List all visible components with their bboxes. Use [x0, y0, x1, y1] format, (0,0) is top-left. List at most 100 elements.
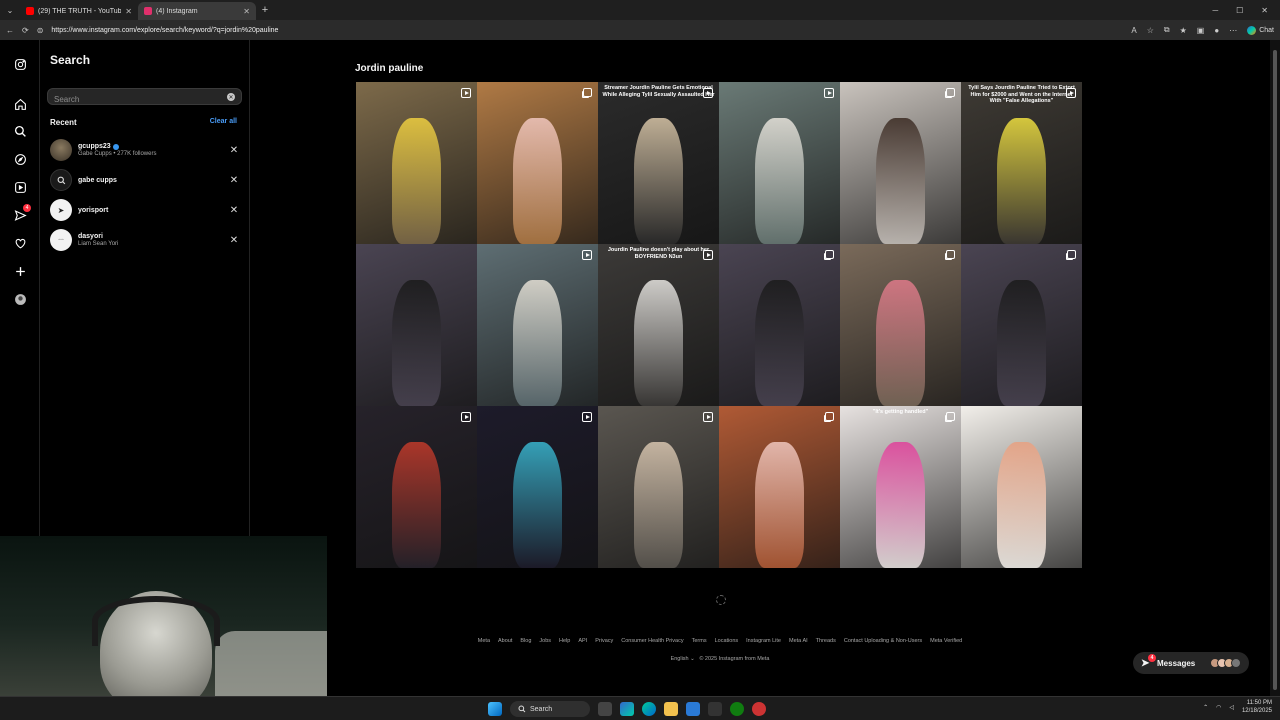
result-tile[interactable]: Jourdin Pauline doesn't play about her B… [598, 244, 719, 406]
result-tile[interactable] [719, 406, 840, 568]
messages-icon[interactable]: 4 [12, 204, 31, 223]
tray-overflow-icon[interactable]: ⌃ [1203, 704, 1208, 711]
remove-recent-icon[interactable]: ✕ [228, 145, 240, 156]
result-tile[interactable]: Streamer Jourdin Pauline Gets Emotional … [598, 82, 719, 244]
copilot-app-icon[interactable] [620, 702, 634, 716]
site-info-icon[interactable]: ⊜ [37, 26, 44, 35]
close-tab-icon[interactable]: ✕ [125, 7, 132, 16]
result-tile[interactable] [356, 244, 477, 406]
notifications-heart-icon[interactable] [12, 235, 28, 251]
browser-tab-instagram[interactable]: (4) Instagram ✕ [138, 2, 256, 20]
result-tile[interactable] [719, 82, 840, 244]
favorite-star-icon[interactable]: ☆ [1147, 26, 1154, 35]
reels-icon[interactable] [12, 179, 28, 195]
home-icon[interactable] [12, 96, 28, 112]
windows-start-icon[interactable] [488, 702, 502, 716]
recent-item-gcupps23[interactable]: gcupps23 Gabe Cupps • 277K followers ✕ [50, 138, 240, 162]
footer-link[interactable]: Meta AI [789, 638, 808, 644]
media-icon[interactable] [708, 702, 722, 716]
volume-icon[interactable]: ◁ [1229, 704, 1234, 711]
read-aloud-icon[interactable]: A [1131, 26, 1136, 35]
collections-icon[interactable]: ▣ [1197, 26, 1205, 35]
close-window-icon[interactable]: ✕ [1261, 6, 1268, 15]
result-tile[interactable] [356, 82, 477, 244]
taskbar-clock[interactable]: 11:50 PM 12/18/2025 [1242, 700, 1272, 716]
close-tab-icon[interactable]: ✕ [243, 7, 250, 16]
copilot-chat-button[interactable]: Chat [1247, 25, 1274, 35]
tile-thumbnail [755, 441, 804, 568]
footer-link[interactable]: Locations [715, 638, 739, 644]
tab-title: (29) THE TRUTH - YouTube [38, 7, 122, 15]
footer-link[interactable]: Blog [520, 638, 531, 644]
refresh-icon[interactable]: ⟳ [22, 26, 29, 35]
browser-tab-youtube[interactable]: (29) THE TRUTH - YouTube ✕ [20, 2, 138, 20]
store-icon[interactable] [686, 702, 700, 716]
footer-link[interactable]: Meta [478, 638, 490, 644]
result-tile[interactable] [719, 244, 840, 406]
tile-caption: "It's getting handled" [872, 409, 929, 415]
result-tile[interactable] [961, 406, 1082, 568]
back-arrow-icon[interactable]: ← [6, 26, 14, 35]
recent-item-dasyori[interactable]: ◦◦◦ dasyori Liam Sean Yori ✕ [50, 228, 240, 252]
footer-link[interactable]: About [498, 638, 512, 644]
instagram-logo-icon[interactable] [12, 56, 28, 72]
profile-icon[interactable] [12, 291, 28, 307]
browser-tab-bar: ⌄ (29) THE TRUTH - YouTube ✕ (4) Instagr… [0, 0, 1280, 20]
url-field[interactable]: https://www.instagram.com/explore/search… [51, 27, 1123, 34]
search-icon[interactable] [12, 123, 28, 139]
footer-link[interactable]: Jobs [539, 638, 551, 644]
recent-item-name: gcupps23 [78, 143, 111, 150]
copyright-text: © 2025 Instagram from Meta [699, 656, 770, 662]
result-tile[interactable] [477, 244, 598, 406]
result-tile[interactable]: Tylil Says Jourdin Pauline Tried to Exto… [961, 82, 1082, 244]
language-selector[interactable]: English [671, 656, 689, 662]
remove-recent-icon[interactable]: ✕ [228, 205, 240, 216]
minimize-icon[interactable]: ─ [1212, 6, 1218, 15]
footer-link[interactable]: Terms [692, 638, 707, 644]
new-tab-plus-icon[interactable]: + [256, 4, 274, 16]
result-tile[interactable] [598, 406, 719, 568]
task-view-icon[interactable] [598, 702, 612, 716]
edge-icon[interactable] [642, 702, 656, 716]
extensions-icon[interactable]: ⧉ [1164, 25, 1170, 35]
recent-item-gabe-cupps[interactable]: gabe cupps ✕ [50, 168, 240, 192]
result-tile[interactable] [961, 244, 1082, 406]
page-scrollbar[interactable] [1270, 40, 1280, 696]
profile-avatar-icon[interactable]: ● [1214, 26, 1219, 35]
favorites-icon[interactable]: ★ [1180, 26, 1187, 35]
result-tile[interactable] [840, 244, 961, 406]
result-tile[interactable] [477, 82, 598, 244]
result-tile[interactable]: "It's getting handled" [840, 406, 961, 568]
search-input[interactable] [48, 92, 218, 107]
scrollbar-thumb[interactable] [1273, 50, 1277, 690]
footer-link[interactable]: Consumer Health Privacy [621, 638, 683, 644]
create-plus-icon[interactable] [12, 263, 28, 279]
footer-link[interactable]: Help [559, 638, 570, 644]
footer-link[interactable]: Meta Verified [930, 638, 962, 644]
reel-icon [461, 412, 471, 422]
tab-title: (4) Instagram [156, 7, 198, 15]
footer-link[interactable]: Contact Uploading & Non-Users [844, 638, 922, 644]
file-explorer-icon[interactable] [664, 702, 678, 716]
remove-recent-icon[interactable]: ✕ [228, 235, 240, 246]
clear-all-link[interactable]: Clear all [210, 118, 237, 125]
taskbar-search[interactable]: Search [510, 701, 590, 717]
remove-recent-icon[interactable]: ✕ [228, 175, 240, 186]
result-tile[interactable] [840, 82, 961, 244]
xbox-icon[interactable] [730, 702, 744, 716]
explore-icon[interactable] [12, 151, 28, 167]
network-icon[interactable]: ◠ [1216, 704, 1221, 711]
clear-search-icon[interactable]: ✕ [227, 93, 235, 101]
result-tile[interactable] [356, 406, 477, 568]
footer-link[interactable]: API [578, 638, 587, 644]
tab-actions-chevron-icon[interactable]: ⌄ [0, 0, 20, 20]
maximize-icon[interactable]: ☐ [1236, 6, 1243, 15]
result-tile[interactable] [477, 406, 598, 568]
footer-link[interactable]: Privacy [595, 638, 613, 644]
footer-link[interactable]: Instagram Lite [746, 638, 781, 644]
footer-link[interactable]: Threads [816, 638, 836, 644]
recent-item-yorisport[interactable]: ➤ yorisport ✕ [50, 198, 240, 222]
messages-button[interactable]: ➤ 4 Messages [1133, 652, 1249, 674]
recorder-icon[interactable] [752, 702, 766, 716]
settings-more-icon[interactable]: ⋯ [1229, 26, 1237, 35]
